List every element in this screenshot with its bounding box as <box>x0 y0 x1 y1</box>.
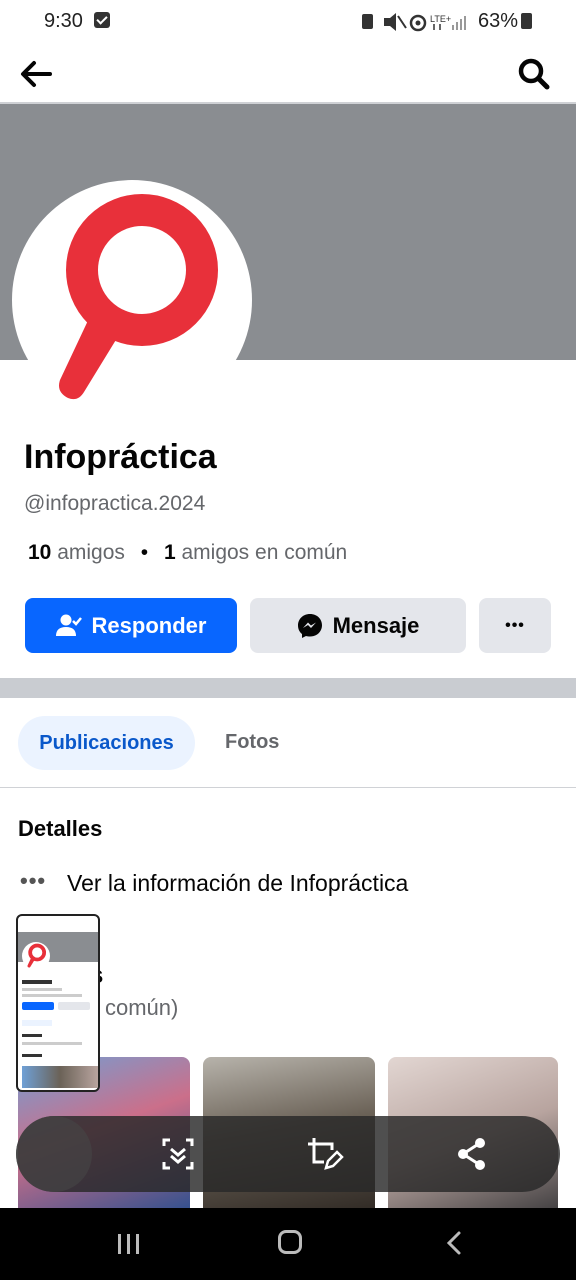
more-options-button[interactable]: ••• <box>479 598 551 653</box>
profile-avatar[interactable] <box>12 180 252 420</box>
respond-button[interactable]: Responder <box>25 598 237 653</box>
svg-text:LTE+: LTE+ <box>430 14 451 24</box>
recent-apps-icon[interactable] <box>116 1232 142 1256</box>
mutual-count: 1 <box>163 541 176 564</box>
nav-back-icon[interactable] <box>442 1230 468 1256</box>
thumbnail-line <box>22 1042 82 1045</box>
separator-dot: • <box>140 541 149 564</box>
share-icon[interactable] <box>452 1134 492 1174</box>
thumbnail-handle[interactable] <box>16 1116 92 1192</box>
tab-publicaciones[interactable]: Publicaciones <box>18 716 195 770</box>
friends-subtitle: común) <box>105 995 179 1020</box>
back-arrow-icon[interactable] <box>16 54 56 94</box>
screenshot-toolbar <box>16 1116 560 1192</box>
mutual-label: amigos en común <box>181 541 348 564</box>
respond-label: Responder <box>91 612 207 638</box>
search-icon[interactable] <box>514 54 554 94</box>
thumbnail-line <box>22 988 62 991</box>
thumbnail-line <box>22 1054 42 1057</box>
screenshot-check-icon <box>94 12 110 28</box>
edit-crop-icon[interactable] <box>304 1134 344 1174</box>
battery-icon <box>521 13 532 29</box>
thumbnail-line <box>22 1020 52 1026</box>
messenger-icon <box>297 613 322 638</box>
user-check-icon <box>55 614 82 636</box>
more-icon: ••• <box>505 616 525 634</box>
profile-tabs: Publicaciones Fotos <box>0 698 576 788</box>
thumbnail-photos <box>22 1066 98 1088</box>
status-bar: 9:30 LTE+ 63% <box>0 0 576 42</box>
thumbnail-button <box>58 1002 90 1010</box>
profile-name: Infopráctica <box>24 438 217 476</box>
friends-label: amigos <box>57 541 125 564</box>
battery-percent: 63% <box>477 10 518 32</box>
more-dots-icon: ••• <box>20 868 47 893</box>
thumbnail-line <box>22 1034 42 1037</box>
thumbnail-line <box>22 994 82 997</box>
section-divider <box>0 678 576 698</box>
details-heading: Detalles <box>18 816 103 841</box>
profile-handle: @infopractica.2024 <box>24 492 206 515</box>
friends-summary[interactable]: 10 amigos • 1 amigos en común <box>28 541 347 565</box>
thumbnail-button <box>22 1002 54 1010</box>
infopractica-logo-icon <box>59 194 218 400</box>
friends-count: 10 <box>28 541 52 564</box>
message-label: Mensaje <box>332 612 420 638</box>
thumbnail-logo-icon <box>27 943 47 968</box>
scroll-capture-icon[interactable] <box>158 1134 198 1174</box>
android-nav-bar <box>0 1208 576 1280</box>
home-icon[interactable] <box>278 1230 302 1254</box>
view-info-link[interactable]: Ver la información de Infopráctica <box>67 870 408 897</box>
status-icons: LTE+ <box>362 13 466 32</box>
thumbnail-avatar <box>22 942 50 970</box>
status-time: 9:30 <box>44 10 83 32</box>
tab-fotos[interactable]: Fotos <box>225 731 279 754</box>
thumbnail-line <box>22 980 52 984</box>
top-nav <box>0 42 576 104</box>
message-button[interactable]: Mensaje <box>250 598 466 653</box>
screenshot-thumbnail[interactable] <box>16 914 100 1092</box>
